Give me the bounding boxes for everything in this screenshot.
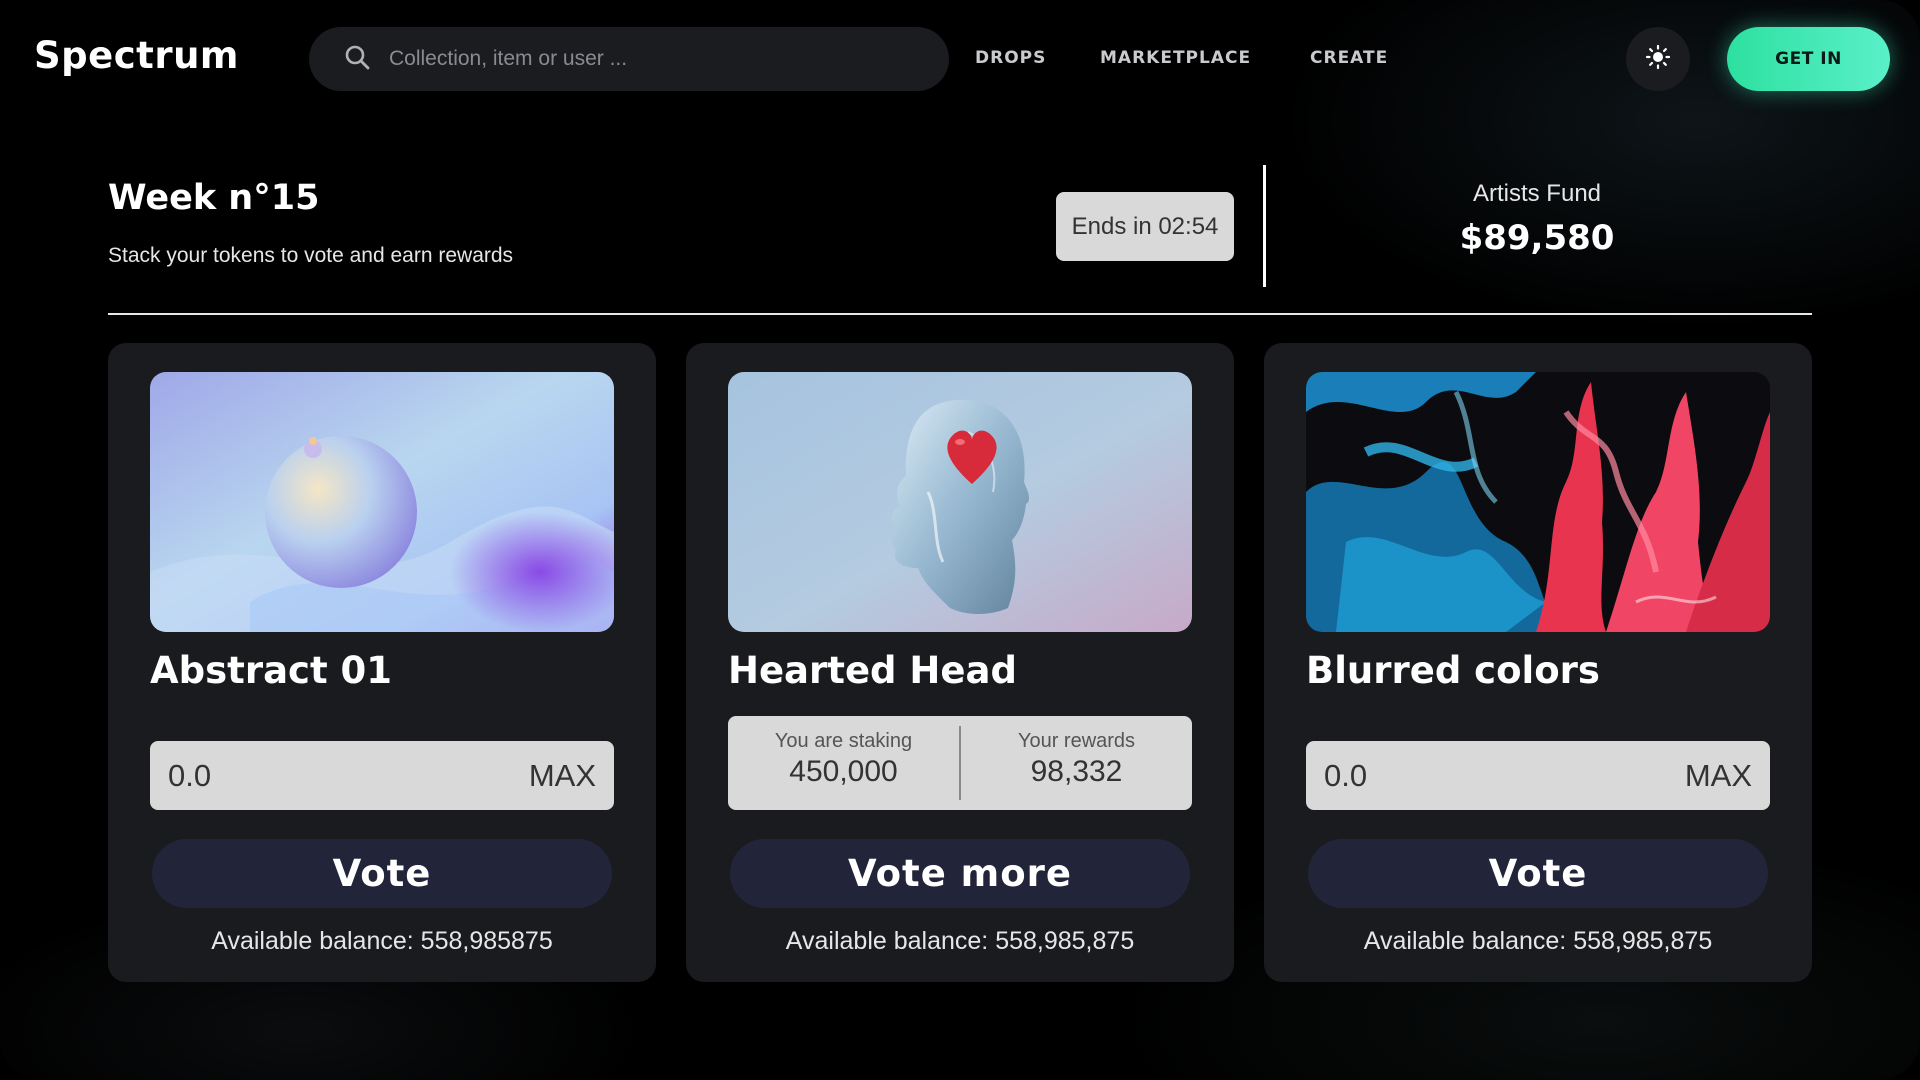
available-balance: Available balance: 558,985875 bbox=[211, 927, 553, 955]
artwork-card-hearted-head: Hearted Head You are staking 450,000 You… bbox=[686, 343, 1234, 982]
artwork-title: Blurred colors bbox=[1306, 649, 1600, 692]
artwork-image-abstract[interactable] bbox=[150, 372, 614, 632]
artwork-card-blurred-colors: Blurred colors MAX Vote Available balanc… bbox=[1264, 343, 1812, 982]
stake-amount-field[interactable]: MAX bbox=[150, 741, 614, 810]
staking-summary: You are staking 450,000 Your rewards 98,… bbox=[728, 716, 1192, 810]
artwork-card-abstract: Abstract 01 MAX Vote Available balance: … bbox=[108, 343, 656, 982]
nav-drops[interactable]: DROPS bbox=[975, 48, 1046, 68]
search-input[interactable] bbox=[389, 47, 909, 71]
artwork-image-blurred-colors[interactable] bbox=[1306, 372, 1770, 632]
artists-fund-value: $89,580 bbox=[1459, 218, 1615, 258]
artwork-image-hearted-head[interactable] bbox=[728, 372, 1192, 632]
available-balance: Available balance: 558,985,875 bbox=[1363, 927, 1713, 955]
vote-button[interactable]: Vote bbox=[152, 839, 612, 908]
staking-label: You are staking bbox=[774, 730, 913, 752]
app-frame: Spectrum DROPS MARKETPLACE CREATE GET IN bbox=[0, 0, 1920, 1080]
artwork-title: Abstract 01 bbox=[150, 649, 393, 692]
available-balance: Available balance: 558,985,875 bbox=[785, 927, 1135, 955]
sun-icon bbox=[1645, 44, 1671, 74]
section-divider bbox=[108, 313, 1812, 315]
staking-info: You are staking 450,000 bbox=[728, 716, 959, 810]
staking-value: 450,000 bbox=[789, 755, 898, 788]
logo[interactable]: Spectrum bbox=[34, 34, 239, 77]
nav-marketplace[interactable]: MARKETPLACE bbox=[1100, 48, 1251, 68]
stake-amount-input[interactable] bbox=[1324, 757, 1604, 794]
max-button[interactable]: MAX bbox=[529, 758, 596, 794]
stake-amount-field[interactable]: MAX bbox=[1306, 741, 1770, 810]
search-icon bbox=[343, 43, 371, 75]
vote-more-button[interactable]: Vote more bbox=[730, 839, 1190, 908]
week-subtitle: Stack your tokens to vote and earn rewar… bbox=[108, 244, 514, 267]
search-bar[interactable] bbox=[309, 27, 949, 91]
nav-create[interactable]: CREATE bbox=[1310, 48, 1388, 68]
artwork-title: Hearted Head bbox=[728, 649, 1017, 692]
stake-amount-input[interactable] bbox=[168, 757, 448, 794]
rewards-value: 98,332 bbox=[1030, 755, 1123, 788]
rewards-label: Your rewards bbox=[1017, 730, 1136, 752]
countdown-badge: Ends in 02:54 bbox=[1056, 192, 1234, 261]
max-button[interactable]: MAX bbox=[1685, 758, 1752, 794]
rewards-info: Your rewards 98,332 bbox=[961, 716, 1192, 810]
artists-fund-label: Artists Fund bbox=[1472, 180, 1602, 207]
vote-button[interactable]: Vote bbox=[1308, 839, 1768, 908]
theme-toggle-button[interactable] bbox=[1626, 27, 1690, 91]
get-in-button[interactable]: GET IN bbox=[1727, 27, 1890, 91]
week-title: Week n°15 bbox=[108, 178, 320, 218]
